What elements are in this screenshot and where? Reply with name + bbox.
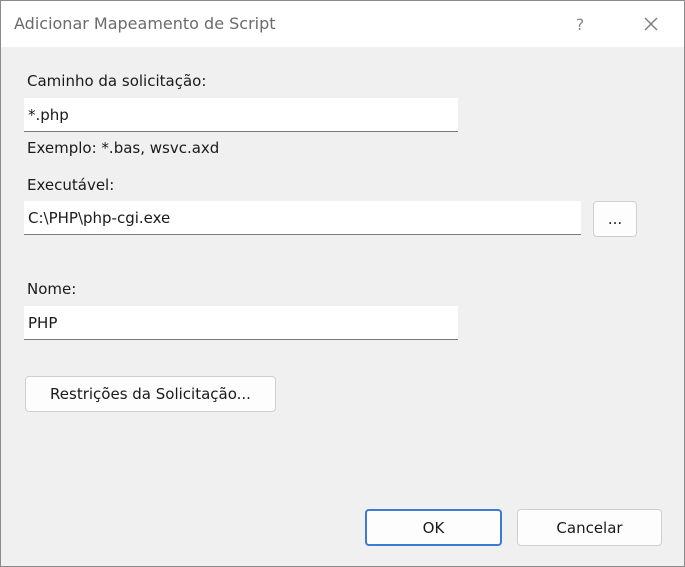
title-bar: Adicionar Mapeamento de Script ? bbox=[1, 1, 684, 47]
request-restrictions-button[interactable]: Restrições da Solicitação... bbox=[25, 376, 276, 412]
help-button[interactable]: ? bbox=[557, 1, 603, 47]
ok-button[interactable]: OK bbox=[365, 509, 502, 546]
close-button[interactable] bbox=[628, 1, 674, 47]
add-script-mapping-dialog: Adicionar Mapeamento de Script ? Caminho… bbox=[0, 0, 685, 567]
cancel-button[interactable]: Cancelar bbox=[517, 509, 662, 546]
request-path-label: Caminho da solicitação: bbox=[27, 72, 207, 90]
request-path-example: Exemplo: *.bas, wsvc.axd bbox=[27, 139, 220, 157]
help-icon: ? bbox=[575, 14, 585, 34]
executable-input[interactable] bbox=[24, 201, 581, 235]
dialog-title: Adicionar Mapeamento de Script bbox=[14, 14, 276, 33]
executable-label: Executável: bbox=[27, 176, 115, 194]
name-label: Nome: bbox=[27, 280, 77, 298]
close-icon bbox=[644, 17, 658, 31]
browse-button[interactable]: ... bbox=[593, 201, 637, 237]
request-path-input[interactable] bbox=[24, 98, 458, 132]
name-input[interactable] bbox=[24, 306, 458, 340]
